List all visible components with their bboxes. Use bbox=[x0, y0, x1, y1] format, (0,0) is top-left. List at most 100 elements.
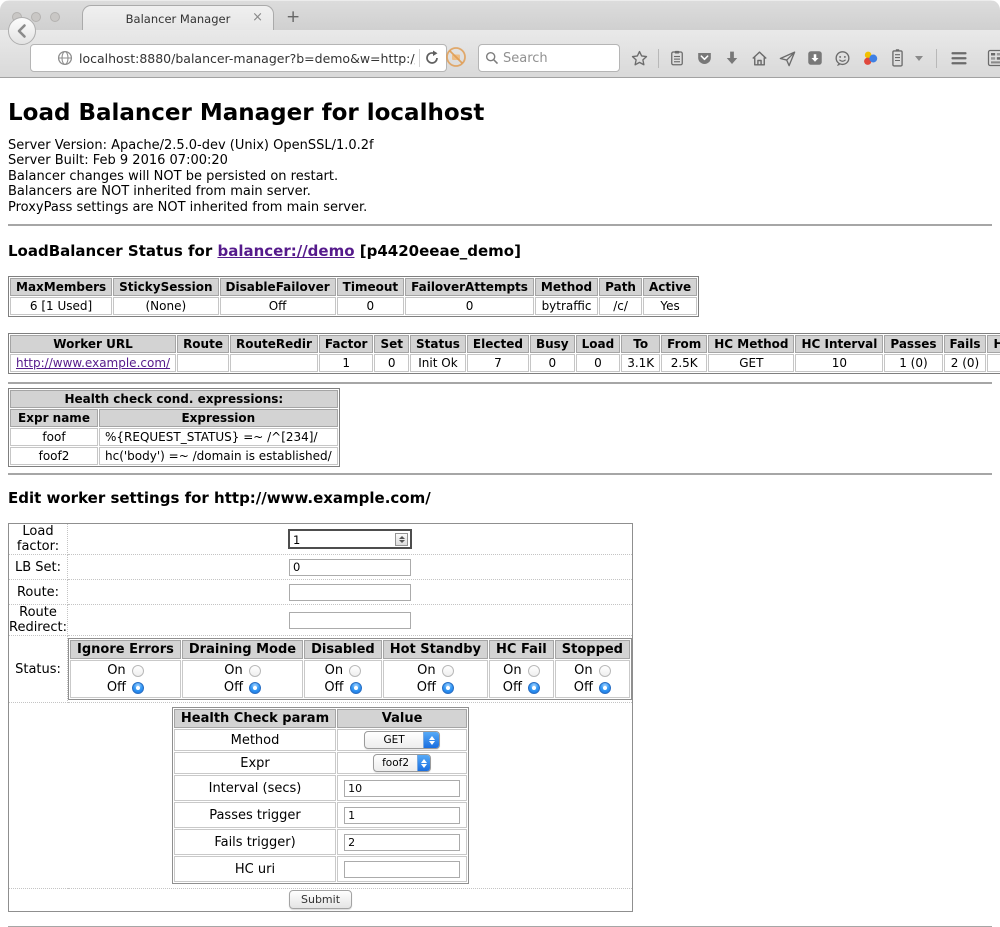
edit-worker-heading: Edit worker settings for http://www.exam… bbox=[8, 489, 992, 507]
on-label: On bbox=[417, 662, 435, 679]
cell-expression: %{REQUEST_STATUS} =~ /^[234]/ bbox=[99, 428, 338, 446]
on-label: On bbox=[574, 662, 592, 679]
hot-standby-on-radio[interactable] bbox=[442, 665, 454, 677]
extension-colordots-icon[interactable] bbox=[861, 49, 880, 68]
cell-to: 3.1K bbox=[621, 354, 660, 372]
col-ignore-errors: Ignore Errors bbox=[70, 640, 181, 659]
cell-hc-interval: 10 bbox=[795, 354, 883, 372]
stopped-off-radio[interactable] bbox=[599, 682, 611, 694]
stopped-on-radio[interactable] bbox=[599, 665, 611, 677]
cell-factor: 1 bbox=[319, 354, 374, 372]
draining-mode-off-radio[interactable] bbox=[249, 682, 261, 694]
send-plane-icon[interactable] bbox=[778, 49, 797, 68]
cell-expr-name: foof2 bbox=[10, 447, 98, 465]
balancer-demo-link[interactable]: balancer://demo bbox=[217, 242, 354, 260]
hc-uri-input[interactable] bbox=[344, 861, 460, 878]
server-info: Server Version: Apache/2.5.0-dev (Unix) … bbox=[8, 138, 992, 215]
submit-button[interactable]: Submit bbox=[289, 890, 352, 909]
reload-button[interactable] bbox=[424, 50, 440, 66]
download-icon[interactable] bbox=[723, 49, 741, 67]
off-label: Off bbox=[417, 679, 436, 696]
toolbar-separator-2 bbox=[936, 49, 937, 68]
navigation-toolbar: localhost:8880/balancer-manager?b=demo&w… bbox=[0, 30, 1000, 78]
battery-status-icon[interactable] bbox=[889, 48, 906, 68]
worker-url-link[interactable]: http://www.example.com/ bbox=[16, 356, 170, 370]
heading-prefix: LoadBalancer Status for bbox=[8, 242, 217, 260]
table-row: 6 [1 Used] (None) Off 0 0 bytraffic /c/ … bbox=[10, 297, 697, 315]
load-factor-input[interactable]: 1 bbox=[288, 529, 412, 549]
col-disabled: Disabled bbox=[304, 640, 382, 659]
urlbar-separator bbox=[419, 49, 420, 67]
tab-close-icon[interactable]: × bbox=[252, 10, 263, 25]
hcexpr-title: Health check cond. expressions: bbox=[10, 390, 338, 408]
status-toggles-table: Ignore Errors Draining Mode Disabled Hot… bbox=[68, 638, 632, 700]
menu-hamburger-icon[interactable] bbox=[949, 50, 969, 66]
tab-balancer-manager[interactable]: Balancer Manager × bbox=[82, 5, 274, 31]
browser-window: Balancer Manager × + localhost:8880/bala… bbox=[0, 0, 1000, 927]
route-redirect-input[interactable] bbox=[289, 612, 411, 629]
dropdown-caret-icon[interactable] bbox=[915, 56, 923, 61]
number-spinner-icon[interactable] bbox=[395, 533, 408, 546]
balancer-status-heading: LoadBalancer Status for balancer://demo … bbox=[8, 242, 992, 260]
url-text: localhost:8880/balancer-manager?b=demo&w… bbox=[79, 51, 415, 66]
bookmark-star-icon[interactable] bbox=[630, 49, 649, 68]
lb-set-input[interactable] bbox=[289, 559, 411, 576]
search-input[interactable] bbox=[503, 51, 603, 66]
chat-smiley-icon[interactable] bbox=[833, 49, 852, 68]
col-route: Route bbox=[177, 335, 229, 353]
col-from: From bbox=[661, 335, 707, 353]
url-bar[interactable]: localhost:8880/balancer-manager?b=demo&w… bbox=[30, 44, 447, 72]
ignore-errors-on-radio[interactable] bbox=[132, 665, 144, 677]
cell-busy: 0 bbox=[530, 354, 575, 372]
tiles-grid-icon[interactable] bbox=[986, 48, 1000, 68]
disabled-on-radio[interactable] bbox=[349, 665, 361, 677]
col-expression: Expression bbox=[99, 409, 338, 427]
home-icon[interactable] bbox=[750, 49, 769, 68]
hot-standby-off-radio[interactable] bbox=[442, 682, 454, 694]
pocket-icon[interactable] bbox=[695, 49, 714, 68]
interval-input[interactable] bbox=[344, 780, 460, 797]
maximize-window-button[interactable] bbox=[50, 12, 60, 22]
cell-disablefailover: Off bbox=[220, 297, 336, 315]
new-tab-button[interactable]: + bbox=[286, 7, 300, 27]
expr-label: Expr bbox=[174, 752, 336, 774]
route-label: Route: bbox=[9, 580, 68, 605]
col-routeredir: RouteRedir bbox=[230, 335, 318, 353]
cell-failoverattempts: 0 bbox=[405, 297, 534, 315]
save-panel-icon[interactable] bbox=[806, 49, 824, 67]
fails-trigger-label: Fails trigger) bbox=[174, 829, 336, 855]
back-button[interactable] bbox=[8, 17, 36, 45]
disabled-off-radio[interactable] bbox=[350, 682, 362, 694]
divider bbox=[8, 473, 992, 475]
select-stepper-icon bbox=[423, 732, 439, 748]
hc-fail-off-radio[interactable] bbox=[528, 682, 540, 694]
hc-uri-label: HC uri bbox=[174, 856, 336, 882]
minimize-window-button[interactable] bbox=[31, 12, 41, 22]
page-content: Load Balancer Manager for localhost Serv… bbox=[0, 78, 1000, 927]
passes-trigger-input[interactable] bbox=[344, 807, 460, 824]
server-version-line: Server Version: Apache/2.5.0-dev (Unix) … bbox=[8, 138, 992, 153]
off-label: Off bbox=[574, 679, 593, 696]
col-fails: Fails bbox=[944, 335, 987, 353]
ignore-errors-off-radio[interactable] bbox=[132, 682, 144, 694]
search-bar[interactable] bbox=[478, 44, 620, 72]
content-blocked-icon[interactable] bbox=[444, 45, 468, 69]
cell-routeredir bbox=[230, 354, 318, 372]
draining-mode-on-radio[interactable] bbox=[249, 665, 261, 677]
passes-trigger-label: Passes trigger bbox=[174, 802, 336, 828]
fails-trigger-input[interactable] bbox=[344, 834, 460, 851]
reading-list-icon[interactable] bbox=[668, 49, 686, 67]
col-passes: Passes bbox=[884, 335, 942, 353]
method-select[interactable]: GET bbox=[364, 731, 440, 749]
col-stickysession: StickySession bbox=[113, 278, 218, 296]
cell-passes: 1 (0) bbox=[884, 354, 942, 372]
expr-select[interactable]: foof2 bbox=[373, 754, 431, 772]
on-label: On bbox=[224, 662, 242, 679]
route-input[interactable] bbox=[289, 584, 411, 601]
hc-fail-on-radio[interactable] bbox=[528, 665, 540, 677]
off-label: Off bbox=[503, 679, 522, 696]
divider bbox=[8, 224, 992, 226]
col-failoverattempts: FailoverAttempts bbox=[405, 278, 534, 296]
edit-worker-form: Load factor: 1 LB Set: Route: Route Redi… bbox=[8, 523, 633, 912]
load-factor-value: 1 bbox=[293, 533, 300, 547]
